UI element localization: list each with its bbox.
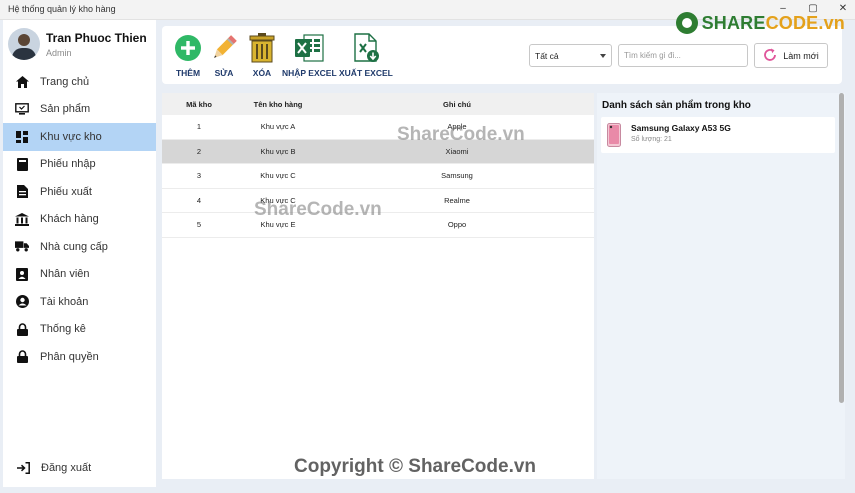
warehouse-table: Mã kho Tên kho hàng Ghi chú 1 Khu vực A … <box>162 93 594 479</box>
category-filter-select[interactable]: Tất cả <box>529 44 612 67</box>
product-list-panel: Danh sách sản phẩm trong kho Samsung Gal… <box>597 93 845 479</box>
badge-icon <box>15 267 29 281</box>
logout-label: Đăng xuất <box>41 462 92 474</box>
home-icon <box>15 75 29 89</box>
sidebar-item-san-pham[interactable]: Sản phẩm <box>3 96 156 124</box>
export-excel-label: XUẤT EXCEL <box>339 68 393 78</box>
edit-label: SỬA <box>214 68 234 78</box>
add-label: THÊM <box>175 68 201 78</box>
delete-button[interactable]: XÓA <box>247 32 277 78</box>
table-row-selected[interactable]: 2 Khu vực B Xiaomi <box>162 139 594 164</box>
product-card[interactable]: Samsung Galaxy A53 5G Số lượng: 21 <box>601 117 835 153</box>
trash-icon <box>247 32 277 64</box>
logout-icon <box>17 461 31 475</box>
window-title: Hệ thống quản lý kho hàng <box>8 4 116 14</box>
lock-icon <box>15 350 29 364</box>
filter-selected-value: Tất cả <box>535 51 559 61</box>
watermark: ShareCode.vn <box>397 124 525 145</box>
table-row[interactable]: 1 Khu vực A Apple <box>162 115 594 140</box>
cell-ma-kho: 4 <box>196 195 202 205</box>
watermark: ShareCode.vn <box>254 199 382 220</box>
truck-icon <box>15 240 29 254</box>
brand-logo-mark <box>675 12 698 34</box>
refresh-label: Làm mới <box>783 50 819 61</box>
watermark-copyright: Copyright © ShareCode.vn <box>294 456 537 477</box>
scrollbar[interactable] <box>839 93 844 403</box>
sidebar-item-label: Khu vực kho <box>40 130 102 143</box>
app-body: Tran Phuoc Thien Admin Trang chủ Sản phẩ… <box>0 20 855 493</box>
brand-logo: SHARECODE.vn <box>675 12 845 34</box>
cell-ma-kho: 1 <box>196 122 202 132</box>
sidebar-item-label: Khách hàng <box>40 213 99 226</box>
pencil-icon <box>209 32 239 64</box>
sidebar-item-label: Nhà cung cấp <box>40 240 108 253</box>
sidebar-item-phieu-nhap[interactable]: Phiếu nhập <box>3 151 156 179</box>
sidebar-item-nhan-vien[interactable]: Nhân viên <box>3 261 156 289</box>
product-list-title: Danh sách sản phẩm trong kho <box>602 100 751 111</box>
import-excel-label: NHẬP EXCEL <box>282 68 337 78</box>
sidebar: Tran Phuoc Thien Admin Trang chủ Sản phẩ… <box>3 20 156 487</box>
user-name: Tran Phuoc Thien <box>46 31 147 45</box>
bank-icon <box>15 212 29 226</box>
cell-ten-kho: Khu vực B <box>260 146 296 156</box>
sidebar-item-nha-cung-cap[interactable]: Nhà cung cấp <box>3 233 156 261</box>
chevron-down-icon <box>600 54 606 58</box>
add-icon <box>173 32 203 64</box>
cell-ma-kho: 3 <box>196 171 202 181</box>
table-row[interactable]: 3 Khu vực C Samsung <box>162 164 594 189</box>
column-header-ten-kho[interactable]: Tên kho hàng <box>236 93 320 115</box>
sidebar-item-label: Nhân viên <box>40 268 90 281</box>
book-icon <box>15 157 29 171</box>
cell-ma-kho: 5 <box>196 220 202 230</box>
product-icon <box>15 102 29 116</box>
user-profile: Tran Phuoc Thien Admin <box>3 20 156 68</box>
refresh-button[interactable]: Làm mới <box>754 43 828 68</box>
lock-icon <box>15 322 29 336</box>
refresh-icon <box>763 48 777 64</box>
avatar <box>8 28 40 60</box>
column-header-ghi-chu[interactable]: Ghi chú <box>320 93 594 115</box>
delete-label: XÓA <box>252 68 272 78</box>
document-icon <box>15 185 29 199</box>
toolbar: THÊM SỬA XÓA NHẬP EXCEL XUẤT EXCEL Tất c… <box>162 26 842 84</box>
product-name: Samsung Galaxy A53 5G <box>631 123 731 133</box>
user-role: Admin <box>46 48 72 58</box>
sidebar-item-label: Phiếu xuất <box>40 185 92 198</box>
brand-logo-text: SHARECODE.vn <box>701 12 845 33</box>
logout-button[interactable]: Đăng xuất <box>3 456 156 480</box>
account-icon <box>15 295 29 309</box>
export-excel-icon <box>351 32 381 64</box>
sidebar-item-label: Phân quyền <box>40 350 99 363</box>
sidebar-item-label: Sản phẩm <box>40 103 91 116</box>
sidebar-item-trang-chu[interactable]: Trang chủ <box>3 68 156 96</box>
search-input[interactable] <box>618 44 748 67</box>
phone-icon <box>607 123 621 147</box>
column-header-ma-kho[interactable]: Mã kho <box>162 93 236 115</box>
sidebar-menu: Trang chủ Sản phẩm Khu vực kho Phiếu nhậ… <box>3 68 156 371</box>
add-button[interactable]: THÊM <box>173 32 203 78</box>
export-excel-button[interactable]: XUẤT EXCEL <box>339 32 393 78</box>
cell-ten-kho: Khu vực A <box>260 122 296 132</box>
sidebar-item-phan-quyen[interactable]: Phân quyền <box>3 343 156 371</box>
sidebar-item-phieu-xuat[interactable]: Phiếu xuất <box>3 178 156 206</box>
product-quantity: Số lượng: 21 <box>631 136 672 143</box>
cell-ma-kho: 2 <box>196 146 202 156</box>
cell-ten-kho: Khu vực C <box>260 171 296 181</box>
sidebar-item-thong-ke[interactable]: Thống kê <box>3 316 156 344</box>
sidebar-item-label: Phiếu nhập <box>40 158 96 171</box>
sidebar-item-label: Thống kê <box>40 323 86 336</box>
excel-icon <box>294 32 324 64</box>
table-header: Mã kho Tên kho hàng Ghi chú <box>162 93 594 115</box>
sidebar-item-khu-vuc-kho[interactable]: Khu vực kho <box>3 123 156 151</box>
cell-ghi-chu: Samsung <box>441 171 473 181</box>
sidebar-item-tai-khoan[interactable]: Tài khoản <box>3 288 156 316</box>
sidebar-item-label: Trang chủ <box>40 75 90 88</box>
grid-icon <box>15 130 29 144</box>
sidebar-item-label: Tài khoản <box>40 295 89 308</box>
import-excel-button[interactable]: NHẬP EXCEL <box>282 32 337 78</box>
sidebar-item-khach-hang[interactable]: Khách hàng <box>3 206 156 234</box>
edit-button[interactable]: SỬA <box>209 32 239 78</box>
